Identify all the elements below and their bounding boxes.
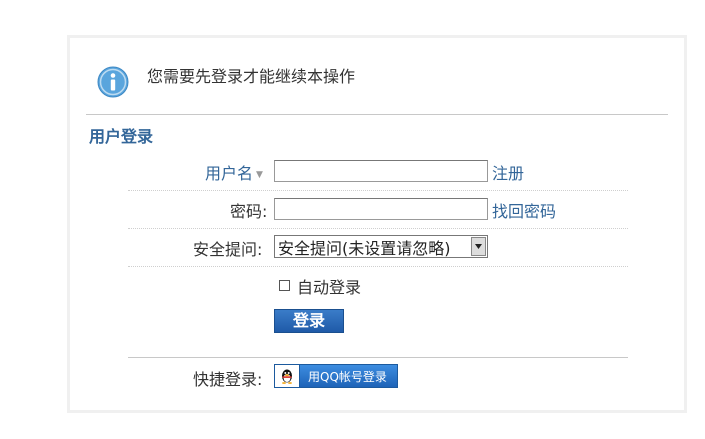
caret-down-icon: ▼ [256,169,263,180]
remember-checkbox[interactable] [279,280,290,291]
username-input[interactable] [274,160,488,182]
username-label-dropdown[interactable]: 用户名 ▼ [205,160,263,184]
divider [86,114,668,115]
remember-label: 自动登录 [297,278,362,297]
password-label: 密码: [230,202,268,221]
notice-message: 您需要先登录才能继续本操作 [147,67,356,86]
chevron-down-icon[interactable] [471,237,486,256]
qq-login-button[interactable]: 用QQ帐号登录 [274,364,398,388]
row-divider [128,266,628,267]
security-question-value: 安全提问(未设置请忽略) [278,238,451,258]
row-divider [128,190,628,191]
quick-login-label: 快捷登录: [193,370,263,389]
divider [128,357,628,358]
forgot-password-link[interactable]: 找回密码 [492,198,556,222]
section-title: 用户登录 [89,127,154,146]
login-button[interactable]: 登录 [274,309,344,333]
qq-penguin-icon [275,365,300,387]
register-link[interactable]: 注册 [492,160,524,184]
username-label: 用户名 [205,164,254,183]
password-input[interactable] [274,198,488,220]
row-divider [128,228,628,229]
security-question-select[interactable]: 安全提问(未设置请忽略) [274,235,488,258]
qq-login-label: 用QQ帐号登录 [308,369,387,384]
security-question-label: 安全提问: [193,240,263,259]
info-icon [97,66,129,98]
